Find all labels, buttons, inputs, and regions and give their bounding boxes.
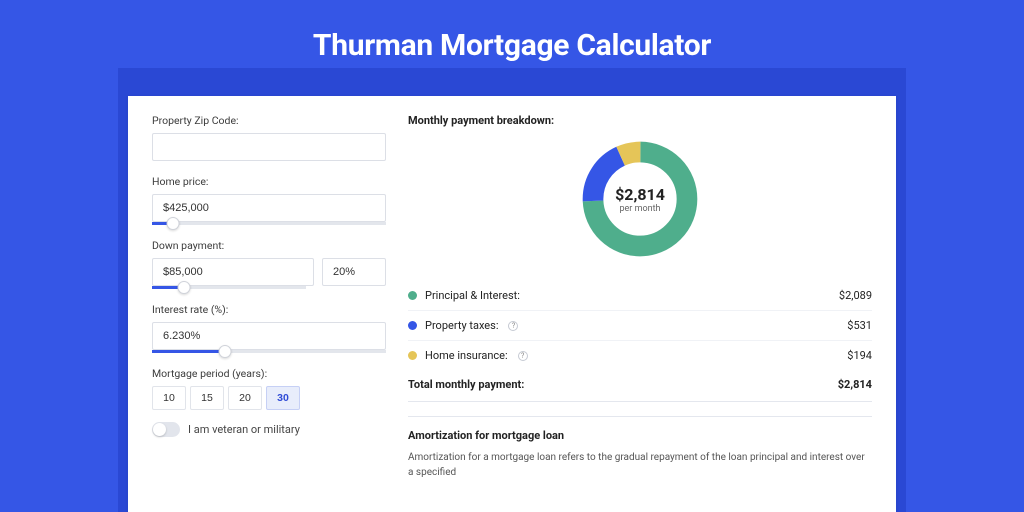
mortgage-period-group: Mortgage period (years): 10152030 — [152, 367, 386, 410]
total-label: Total monthly payment: — [408, 378, 524, 391]
interest-rate-label: Interest rate (%): — [152, 303, 386, 316]
legend-row: Property taxes:? $531 — [408, 311, 872, 341]
amortization-body: Amortization for a mortgage loan refers … — [408, 450, 872, 480]
zip-label: Property Zip Code: — [152, 114, 386, 127]
legend-value: $531 — [847, 319, 872, 332]
veteran-toggle[interactable] — [152, 422, 180, 437]
legend-value: $2,089 — [839, 289, 872, 302]
info-icon[interactable]: ? — [508, 321, 518, 331]
home-price-group: Home price: — [152, 175, 386, 225]
donut-center-value: $2,814 — [615, 185, 665, 204]
down-payment-percent-input[interactable] — [322, 258, 386, 286]
legend-value: $194 — [847, 349, 872, 362]
slider-thumb[interactable] — [167, 217, 180, 230]
veteran-label: I am veteran or military — [188, 423, 300, 436]
zip-input[interactable] — [152, 133, 386, 161]
page-title: Thurman Mortgage Calculator — [0, 0, 1024, 63]
veteran-toggle-row: I am veteran or military — [152, 422, 386, 437]
down-payment-group: Down payment: — [152, 239, 386, 289]
amortization-section: Amortization for mortgage loan Amortizat… — [408, 416, 872, 480]
legend-dot-icon — [408, 291, 417, 300]
interest-rate-slider[interactable] — [152, 350, 386, 353]
legend-row: Principal & Interest: $2,089 — [408, 281, 872, 311]
total-value: $2,814 — [838, 378, 872, 391]
interest-rate-group: Interest rate (%): — [152, 303, 386, 353]
donut-center-sub: per month — [619, 204, 660, 214]
period-option-20[interactable]: 20 — [228, 386, 262, 410]
total-row: Total monthly payment: $2,814 — [408, 370, 872, 402]
breakdown-heading: Monthly payment breakdown: — [408, 114, 872, 127]
slider-thumb[interactable] — [178, 281, 191, 294]
down-payment-label: Down payment: — [152, 239, 386, 252]
period-option-15[interactable]: 15 — [190, 386, 224, 410]
info-icon[interactable]: ? — [518, 351, 528, 361]
home-price-input[interactable] — [152, 194, 386, 222]
result-column: Monthly payment breakdown: $2,814 per mo… — [408, 96, 896, 512]
donut-chart: $2,814 per month — [578, 137, 702, 261]
calculator-panel: Property Zip Code: Home price: Down paym… — [128, 96, 896, 512]
down-payment-slider[interactable] — [152, 286, 306, 289]
amortization-heading: Amortization for mortgage loan — [408, 429, 872, 442]
legend-label: Property taxes: — [425, 319, 498, 332]
app-root: Thurman Mortgage Calculator Property Zip… — [0, 0, 1024, 512]
zip-group: Property Zip Code: — [152, 114, 386, 161]
legend-row: Home insurance:? $194 — [408, 341, 872, 370]
interest-rate-input[interactable] — [152, 322, 386, 350]
form-column: Property Zip Code: Home price: Down paym… — [128, 96, 408, 512]
legend-dot-icon — [408, 351, 417, 360]
legend: Principal & Interest: $2,089 Property taxe… — [408, 281, 872, 370]
legend-label: Principal & Interest: — [425, 289, 520, 302]
period-option-10[interactable]: 10 — [152, 386, 186, 410]
down-payment-amount-input[interactable] — [152, 258, 314, 286]
home-price-label: Home price: — [152, 175, 386, 188]
legend-label: Home insurance: — [425, 349, 508, 362]
slider-thumb[interactable] — [218, 345, 231, 358]
legend-dot-icon — [408, 321, 417, 330]
home-price-slider[interactable] — [152, 222, 386, 225]
mortgage-period-label: Mortgage period (years): — [152, 367, 386, 380]
period-option-30[interactable]: 30 — [266, 386, 300, 410]
donut-chart-wrap: $2,814 per month — [408, 133, 872, 273]
